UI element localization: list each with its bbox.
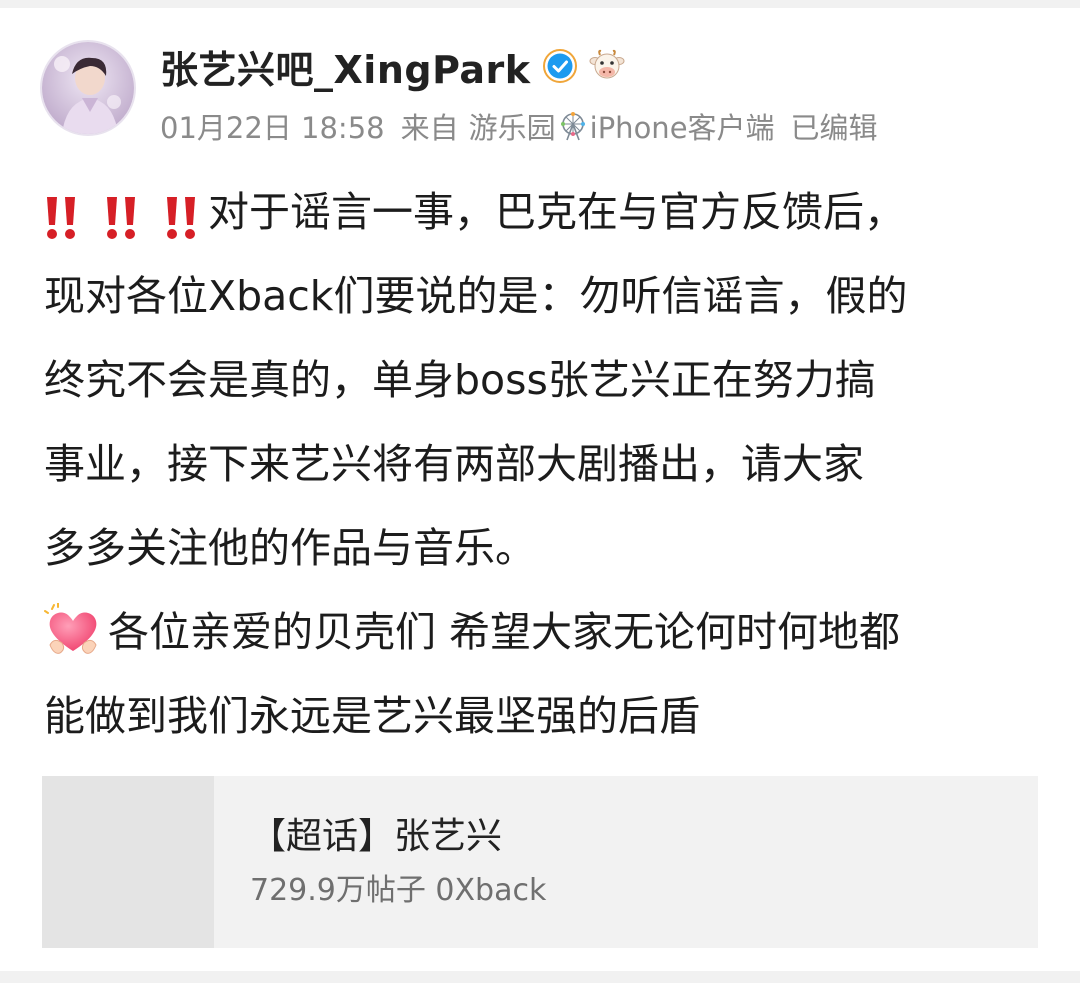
post-line: 对于谣言一事，巴克在与官方反馈后， (44, 170, 1044, 254)
source-from-label: 来自 (400, 111, 459, 145)
topic-stats: 729.9万帖子 0Xback (250, 873, 547, 908)
topic-info: 【超话】张艺兴 729.9万帖子 0Xback (214, 776, 546, 948)
source-prefix[interactable]: 游乐园 (469, 105, 556, 147)
post-text-line-6: 各位亲爱的贝壳们 希望大家无论何时何地都 (108, 608, 901, 656)
post-timestamp: 01月22日 18:58 (160, 111, 385, 145)
ferris-wheel-icon (558, 111, 588, 141)
verified-badge-icon (542, 49, 577, 83)
avatar-portrait-icon (42, 42, 134, 134)
double-exclamation-icon (104, 187, 140, 239)
post-text-line-3: 终究不会是真的，单身boss张艺兴正在努力搞 (44, 356, 876, 404)
username[interactable]: 张艺兴吧_XingPark (160, 39, 531, 94)
super-topic-card[interactable]: 【超话】张艺兴 729.9万帖子 0Xback (42, 776, 1038, 948)
post-text-line-7: 能做到我们永远是艺兴最坚强的后盾 (44, 692, 700, 740)
topic-thumbnail (42, 776, 214, 948)
post-line: 事业，接下来艺兴将有两部大剧播出，请大家 (44, 422, 1044, 506)
post-text-line-1: 对于谣言一事，巴克在与官方反馈后， (208, 188, 905, 236)
post-line: 多多关注他的作品与音乐。 (44, 506, 1044, 590)
post-text-line-4: 事业，接下来艺兴将有两部大剧播出，请大家 (44, 440, 864, 488)
post-line: 现对各位Xback们要说的是：勿听信谣言，假的 (44, 254, 1044, 338)
heart-hands-icon (44, 602, 102, 661)
source-suffix[interactable]: iPhone客户端 (590, 105, 775, 147)
post-line: 能做到我们永远是艺兴最坚强的后盾 (44, 674, 1044, 758)
double-exclamation-icon (164, 187, 200, 239)
edited-label[interactable]: 已编辑 (791, 105, 878, 147)
post-text-line-5: 多多关注他的作品与音乐。 (44, 524, 536, 572)
post-content: 对于谣言一事，巴克在与官方反馈后， 现对各位Xback们要说的是：勿听信谣言，假… (44, 170, 1044, 758)
username-row: 张艺兴吧_XingPark (160, 38, 625, 94)
post-meta: 01月22日 18:58 来自 游乐园 iPhone客户端 已编辑 (160, 104, 878, 148)
double-exclamation-icon (44, 187, 80, 239)
post-line: 终究不会是真的，单身boss张艺兴正在努力搞 (44, 338, 1044, 422)
avatar[interactable] (40, 40, 136, 136)
bottom-divider (0, 971, 1080, 983)
post-text-line-2: 现对各位Xback们要说的是：勿听信谣言，假的 (44, 272, 908, 320)
topic-title[interactable]: 【超话】张艺兴 (250, 810, 546, 864)
top-divider (0, 0, 1080, 8)
post-line: 各位亲爱的贝壳们 希望大家无论何时何地都 (44, 590, 1044, 674)
cow-emoji-icon (589, 49, 625, 83)
